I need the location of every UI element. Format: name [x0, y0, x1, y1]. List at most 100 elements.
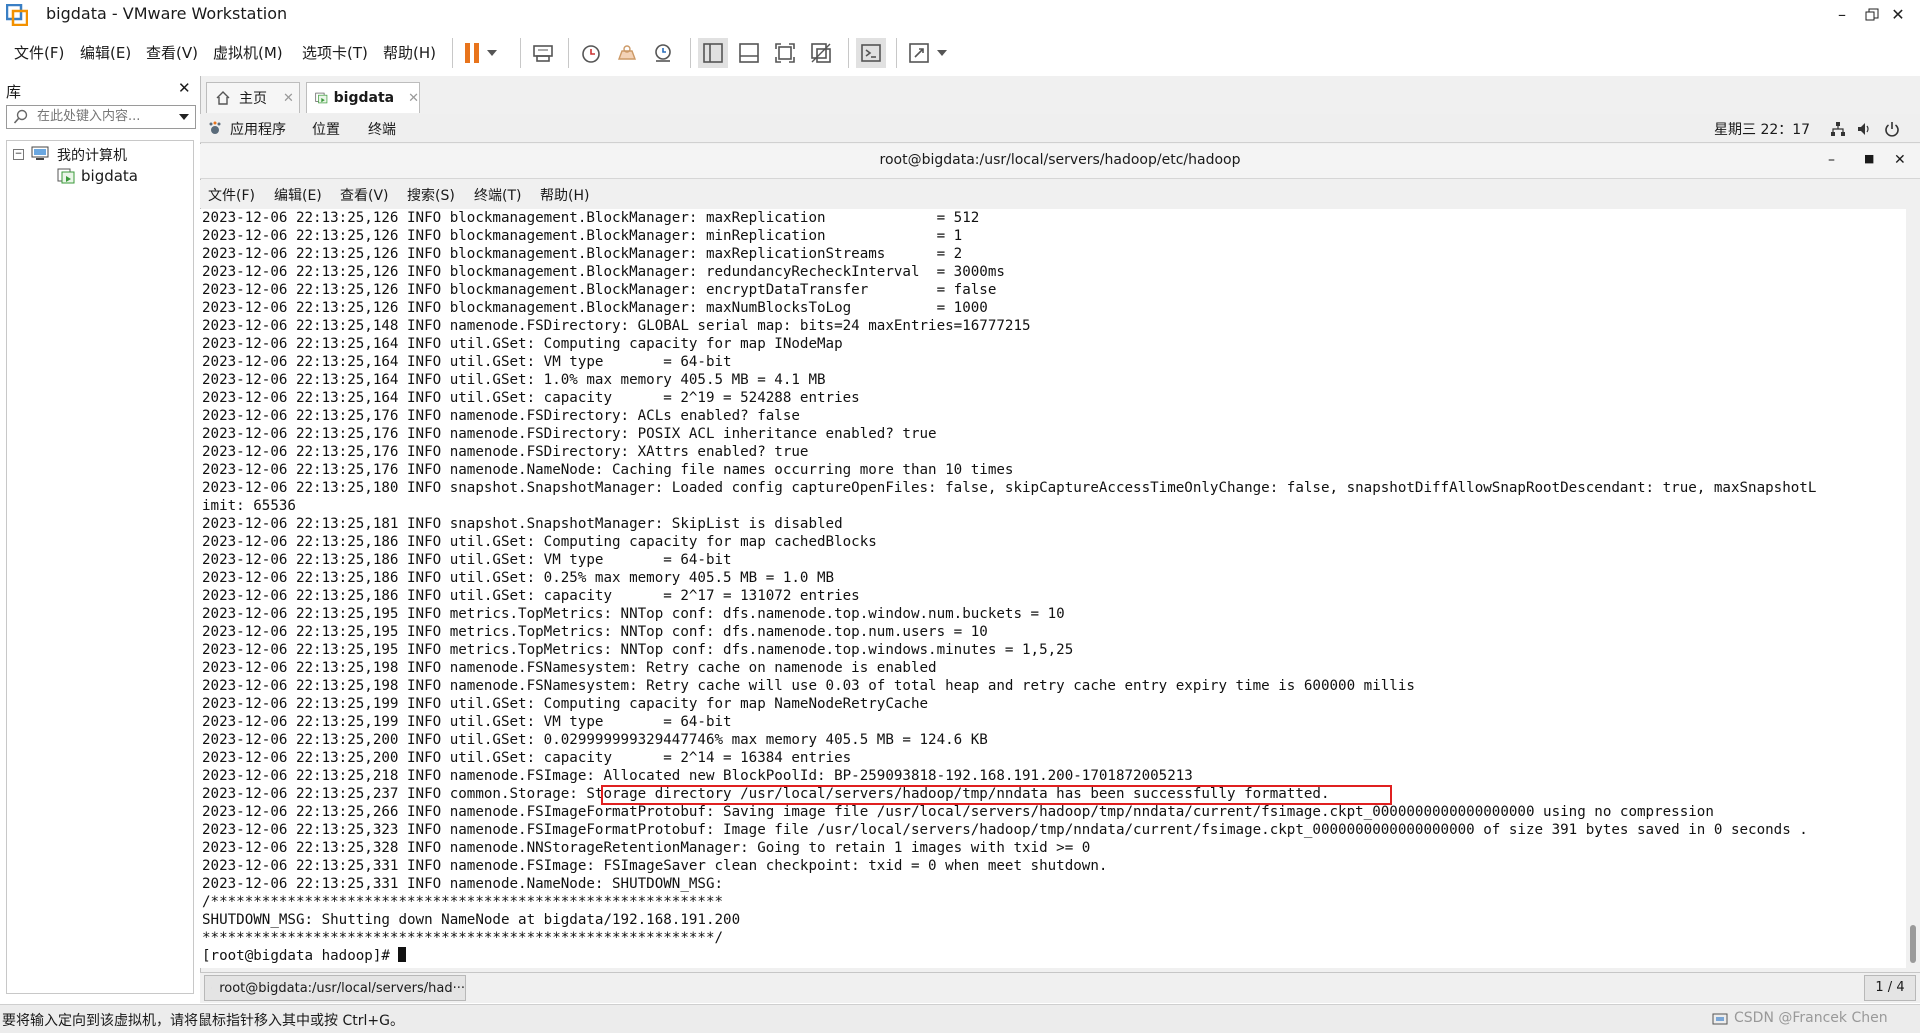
library-close-icon[interactable]: ✕ [178, 79, 191, 97]
volume-icon[interactable] [1856, 121, 1872, 137]
send-ctrl-alt-del-button[interactable] [528, 38, 558, 68]
terminal-line: 2023-12-06 22:13:25,126 INFO blockmanage… [202, 299, 1906, 317]
power-icon[interactable] [1884, 121, 1900, 137]
terminal-line: 2023-12-06 22:13:25,331 INFO namenode.Na… [202, 875, 1906, 893]
show-library-button[interactable] [698, 38, 728, 68]
toolbar-separator [896, 38, 897, 68]
stretch-guest-button[interactable] [904, 38, 934, 68]
terminal-line: 2023-12-06 22:13:25,176 INFO namenode.Na… [202, 461, 1906, 479]
stretch-icon [908, 42, 930, 64]
library-view-icon [702, 42, 724, 64]
terminal-line: /***************************************… [202, 893, 1906, 911]
chevron-down-icon[interactable] [179, 113, 189, 121]
thumbnail-bar-button[interactable] [734, 38, 764, 68]
menu-file[interactable]: 文件(F) [14, 42, 64, 63]
guest-menu-apps[interactable]: 应用程序 [230, 119, 286, 139]
revert-snapshot-button[interactable] [612, 38, 642, 68]
pause-icon [462, 41, 484, 65]
status-hint: 要将输入定向到该虚拟机，请将鼠标指针移入其中或按 Ctrl+G。 [2, 1010, 404, 1030]
search-icon [13, 109, 29, 125]
guest-menu-places[interactable]: 位置 [312, 119, 340, 139]
terminal-line: 2023-12-06 22:13:25,186 INFO util.GSet: … [202, 551, 1906, 569]
terminal-menu-view[interactable]: 查看(V) [340, 185, 389, 205]
terminal-cursor [398, 947, 406, 962]
tab-bigdata[interactable]: bigdata ✕ [306, 82, 420, 113]
stretch-dropdown-button[interactable] [934, 38, 950, 68]
menu-toolbar-bar [0, 30, 1920, 72]
menu-vm[interactable]: 虚拟机(M) [213, 42, 283, 63]
terminal-menu-edit[interactable]: 编辑(E) [274, 185, 322, 205]
terminal-scrollbar[interactable] [1906, 209, 1920, 968]
terminal-menu-search[interactable]: 搜索(S) [407, 185, 455, 205]
menu-tabs[interactable]: 选项卡(T) [302, 42, 368, 63]
vm-icon [57, 168, 75, 184]
device-status-icon[interactable] [1712, 1012, 1730, 1026]
tab-home-close-icon[interactable]: ✕ [283, 91, 294, 106]
tab-home-label: 主页 [239, 88, 267, 108]
guest-taskbar: root@bigdata:/usr/local/servers/had··· 1… [200, 972, 1920, 1003]
menu-view[interactable]: 查看(V) [146, 42, 198, 63]
terminal-menu-terminal[interactable]: 终端(T) [474, 185, 521, 205]
library-header: 库 ✕ [4, 78, 196, 102]
workspace-pager[interactable]: 1 / 4 [1864, 975, 1916, 1001]
unity-icon [810, 42, 832, 64]
full-screen-button[interactable] [770, 38, 800, 68]
taskbar-item-terminal[interactable]: root@bigdata:/usr/local/servers/had··· [204, 975, 466, 1001]
terminal-minimize-button[interactable]: – [1828, 152, 1835, 168]
guest-menu-terminal[interactable]: 终端 [368, 119, 396, 139]
guest-clock[interactable]: 星期三 22：17 [1714, 119, 1810, 139]
terminal-line: 2023-12-06 22:13:25,186 INFO util.GSet: … [202, 587, 1906, 605]
scrollbar-thumb[interactable] [1910, 925, 1916, 963]
tree-collapse-toggle[interactable]: − [13, 149, 24, 160]
terminal-line: 2023-12-06 22:13:25,176 INFO namenode.FS… [202, 443, 1906, 461]
console-view-button[interactable] [856, 38, 886, 68]
terminal-line: [root@bigdata hadoop]# [202, 947, 1906, 965]
terminal-line: 2023-12-06 22:13:25,164 INFO util.GSet: … [202, 371, 1906, 389]
snapshot-manager-icon [651, 41, 675, 65]
terminal-line: 2023-12-06 22:13:25,176 INFO namenode.FS… [202, 425, 1906, 443]
pause-dropdown-button[interactable] [484, 38, 500, 68]
terminal-line: 2023-12-06 22:13:25,164 INFO util.GSet: … [202, 353, 1906, 371]
terminal-line: 2023-12-06 22:13:25,218 INFO namenode.FS… [202, 767, 1906, 785]
library-search-field[interactable] [6, 105, 196, 129]
window-title: bigdata - VMware Workstation [46, 4, 287, 23]
unity-button[interactable] [806, 38, 836, 68]
my-computer-icon [31, 146, 49, 162]
keyboard-send-icon [531, 41, 555, 65]
library-tree: − 我的计算机 bigdata [6, 140, 194, 994]
terminal-line: SHUTDOWN_MSG: Shutting down NameNode at … [202, 911, 1906, 929]
network-icon[interactable] [1830, 121, 1846, 137]
menu-help[interactable]: 帮助(H) [383, 42, 436, 63]
vmware-logo-icon [6, 4, 28, 26]
terminal-line: 2023-12-06 22:13:25,199 INFO util.GSet: … [202, 695, 1906, 713]
terminal-line: 2023-12-06 22:13:25,200 INFO util.GSet: … [202, 749, 1906, 767]
tree-item-my-computer[interactable]: 我的计算机 [57, 145, 127, 165]
toolbar-separator [520, 38, 521, 68]
snapshot-manager-button[interactable] [648, 38, 678, 68]
terminal-menu-help[interactable]: 帮助(H) [540, 185, 589, 205]
terminal-line: 2023-12-06 22:13:25,180 INFO snapshot.Sn… [202, 479, 1906, 497]
terminal-menu-bar: 文件(F) 编辑(E) 查看(V) 搜索(S) 终端(T) 帮助(H) [200, 180, 1920, 208]
tab-home[interactable]: 主页 ✕ [206, 82, 300, 113]
terminal-line: 2023-12-06 22:13:25,126 INFO blockmanage… [202, 281, 1906, 299]
close-button[interactable]: ✕ [1876, 2, 1920, 28]
snapshot-button[interactable] [576, 38, 606, 68]
toolbar-separator [690, 38, 691, 68]
terminal-line: 2023-12-06 22:13:25,126 INFO blockmanage… [202, 263, 1906, 281]
terminal-line: 2023-12-06 22:13:25,126 INFO blockmanage… [202, 209, 1906, 227]
terminal-close-button[interactable]: ✕ [1894, 152, 1906, 168]
terminal-line: 2023-12-06 22:13:25,164 INFO util.GSet: … [202, 389, 1906, 407]
terminal-line: 2023-12-06 22:13:25,126 INFO blockmanage… [202, 227, 1906, 245]
terminal-output[interactable]: 2023-12-06 22:13:25,126 INFO blockmanage… [200, 209, 1906, 968]
terminal-line: 2023-12-06 22:13:25,181 INFO snapshot.Sn… [202, 515, 1906, 533]
terminal-line: 2023-12-06 22:13:25,200 INFO util.GSet: … [202, 731, 1906, 749]
tab-bigdata-close-icon[interactable]: ✕ [408, 91, 419, 106]
terminal-lines: 2023-12-06 22:13:25,126 INFO blockmanage… [200, 209, 1906, 965]
library-search-input[interactable] [37, 107, 177, 125]
terminal-maximize-button[interactable]: ■ [1864, 152, 1874, 165]
menu-edit[interactable]: 编辑(E) [80, 42, 131, 63]
console-icon [860, 42, 882, 64]
terminal-line: 2023-12-06 22:13:25,328 INFO namenode.NN… [202, 839, 1906, 857]
terminal-menu-file[interactable]: 文件(F) [208, 185, 255, 205]
tree-item-bigdata[interactable]: bigdata [81, 167, 138, 185]
